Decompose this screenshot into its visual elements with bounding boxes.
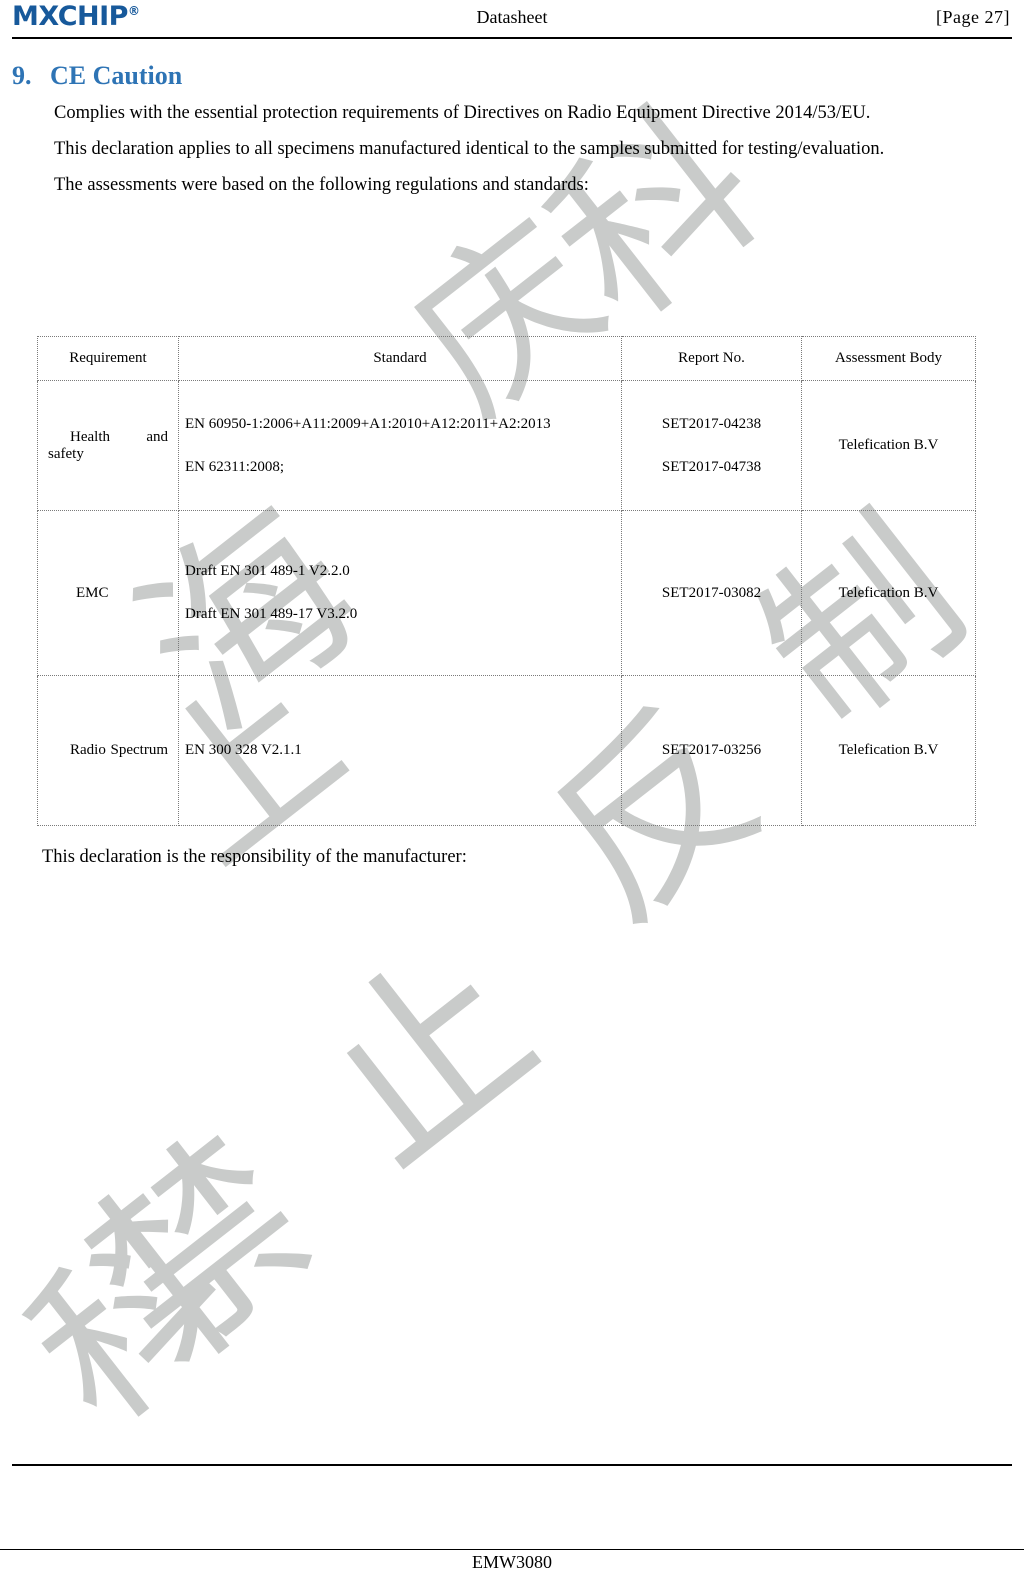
header-divider [12, 37, 1012, 39]
standard-line: EN 60950-1:2006+A11:2009+A1:2010+A12:201… [185, 415, 551, 432]
document-page: MXCHIP® Datasheet [Page 27] 9. CE Caution… [0, 0, 1024, 1573]
table-header-row: Requirement Standard Report No. Assessme… [37, 336, 976, 381]
cell-report-no: SET2017-04238 SET2017-04738 [621, 380, 802, 511]
cell-standard: EN 60950-1:2006+A11:2009+A1:2010+A12:201… [178, 380, 622, 511]
cell-standard: EN 300 328 V2.1.1 [178, 675, 622, 826]
section-title-text: CE Caution [50, 61, 183, 90]
table-row: EMC Draft EN 301 489-1 V2.2.0 Draft EN 3… [37, 510, 976, 676]
report-line: SET2017-04238 [661, 415, 762, 432]
table-row: Radio Spectrum EN 300 328 V2.1.1 SET2017… [37, 675, 976, 826]
page-content: 9. CE Caution Complies with the essential… [12, 58, 1012, 207]
cell-assessment-body: Telefication B.V [801, 510, 976, 676]
page-header: MXCHIP® Datasheet [Page 27] [12, 0, 1012, 40]
column-header-requirement: Requirement [37, 336, 179, 381]
cell-assessment-body: Telefication B.V [801, 675, 976, 826]
cell-report-no: SET2017-03256 [621, 675, 802, 826]
standard-line: Draft EN 301 489-17 V3.2.0 [185, 606, 358, 622]
cell-standard: Draft EN 301 489-1 V2.2.0 Draft EN 301 4… [178, 510, 622, 676]
header-title: Datasheet [476, 7, 548, 27]
standard-line: EN 62311:2008; [185, 458, 285, 475]
cell-assessment-body: Telefication B.V [801, 380, 976, 511]
footer-product-name: EMW3080 [472, 1552, 552, 1572]
cell-requirement: Radio Spectrum [37, 675, 179, 826]
cell-report-no: SET2017-03082 [621, 510, 802, 676]
column-header-standard: Standard [178, 336, 622, 381]
footer-divider-bottom [0, 1549, 1024, 1550]
standards-table: Requirement Standard Report No. Assessme… [37, 336, 976, 826]
paragraph-compliance: Complies with the essential protection r… [54, 103, 871, 124]
table-row: Health and safety EN 60950-1:2006+A11:20… [37, 380, 976, 511]
header-page-number: [Page 27] [936, 7, 1010, 27]
paragraph-assessment-intro: The assessments were based on the follow… [54, 175, 589, 196]
report-line: SET2017-04738 [661, 458, 762, 475]
cell-requirement: Health and safety [37, 380, 179, 511]
paragraph-manufacturer-responsibility: This declaration is the responsibility o… [42, 847, 467, 867]
cell-requirement: EMC [37, 510, 179, 676]
footer-divider-top [12, 1464, 1012, 1466]
page-title: 9. CE Caution [12, 58, 1012, 93]
section-number: 9. [12, 61, 32, 90]
column-header-assessment-body: Assessment Body [801, 336, 976, 381]
standard-line: Draft EN 301 489-1 V2.2.0 [185, 563, 350, 579]
paragraph-declaration-scope: This declaration applies to all specimen… [54, 139, 885, 160]
column-header-report-no: Report No. [621, 336, 802, 381]
